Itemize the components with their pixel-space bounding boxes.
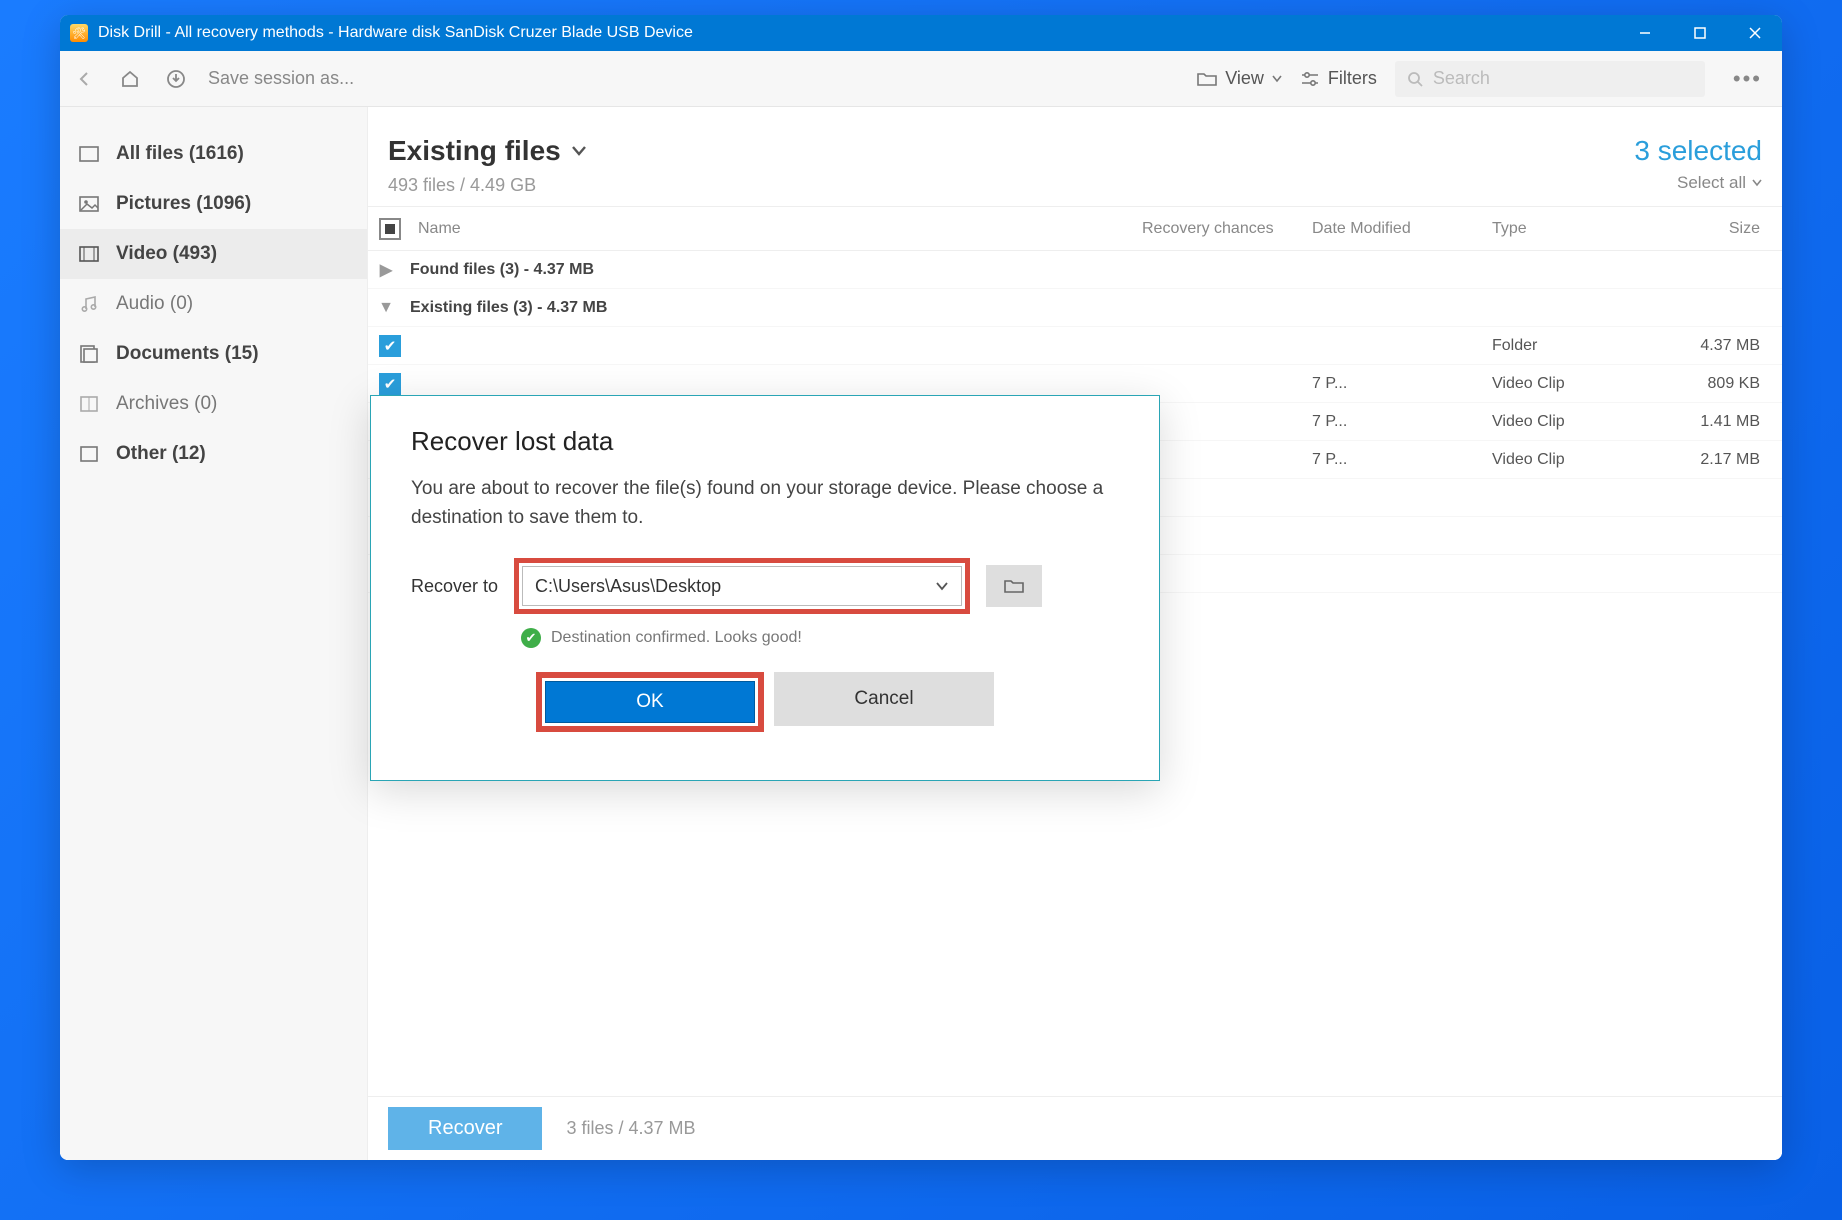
search-icon [1407, 71, 1423, 87]
view-dropdown[interactable]: View [1197, 68, 1282, 89]
column-type[interactable]: Type [1492, 220, 1642, 238]
sliders-icon [1300, 71, 1320, 87]
save-session-icon[interactable] [162, 65, 190, 93]
toolbar: Save session as... View Filters Search •… [60, 51, 1782, 107]
column-size[interactable]: Size [1642, 220, 1782, 238]
chevron-down-icon [571, 145, 587, 157]
table-header: Name Recovery chances Date Modified Type… [368, 207, 1782, 251]
select-all-button[interactable]: Select all [1634, 173, 1762, 193]
chevron-down-icon [1752, 179, 1762, 187]
sidebar-item-video[interactable]: Video (493) [60, 229, 367, 279]
save-session-label[interactable]: Save session as... [208, 68, 354, 89]
main-title-dropdown[interactable]: Existing files [388, 135, 587, 167]
more-button[interactable]: ••• [1723, 66, 1772, 92]
minimize-button[interactable] [1617, 15, 1672, 51]
archive-icon [78, 395, 100, 413]
recover-button[interactable]: Recover [388, 1107, 542, 1150]
folder-icon [1197, 71, 1217, 87]
ok-button[interactable]: OK [545, 681, 755, 723]
sidebar-item-audio[interactable]: Audio (0) [60, 279, 367, 329]
row-checkbox[interactable]: ✔ [379, 335, 401, 357]
footer-info: 3 files / 4.37 MB [566, 1118, 695, 1139]
cancel-button[interactable]: Cancel [774, 672, 994, 726]
destination-confirm: ✔ Destination confirmed. Looks good! [521, 628, 1119, 648]
sidebar-item-documents[interactable]: Documents (15) [60, 329, 367, 379]
dialog-title: Recover lost data [411, 426, 1119, 457]
sidebar: All files (1616) Pictures (1096) Video (… [60, 107, 368, 1160]
browse-button[interactable] [986, 565, 1042, 607]
chevron-down-icon [935, 581, 949, 591]
highlight-annotation: C:\Users\Asus\Desktop [514, 558, 970, 614]
selection-count: 3 selected [1634, 135, 1762, 167]
column-recovery[interactable]: Recovery chances [1142, 220, 1312, 238]
image-icon [78, 195, 100, 213]
sidebar-item-all-files[interactable]: All files (1616) [60, 129, 367, 179]
close-button[interactable] [1727, 15, 1782, 51]
sidebar-item-pictures[interactable]: Pictures (1096) [60, 179, 367, 229]
check-icon: ✔ [521, 628, 541, 648]
column-name[interactable]: Name [412, 220, 1142, 238]
other-icon [78, 445, 100, 463]
search-input[interactable]: Search [1395, 61, 1705, 97]
video-icon [78, 245, 100, 263]
sidebar-item-archives[interactable]: Archives (0) [60, 379, 367, 429]
titlebar: 🛠 Disk Drill - All recovery methods - Ha… [60, 15, 1782, 51]
music-icon [78, 295, 100, 313]
back-button[interactable] [70, 65, 98, 93]
footer: Recover 3 files / 4.37 MB [368, 1096, 1782, 1160]
recover-to-label: Recover to [411, 576, 498, 597]
chevron-down-icon [1272, 75, 1282, 83]
home-button[interactable] [116, 65, 144, 93]
recover-dialog: Recover lost data You are about to recov… [370, 395, 1160, 781]
highlight-annotation: OK [536, 672, 764, 732]
app-icon: 🛠 [70, 24, 88, 42]
sidebar-item-other[interactable]: Other (12) [60, 429, 367, 479]
select-all-checkbox[interactable] [368, 218, 412, 240]
dialog-body: You are about to recover the file(s) fou… [411, 475, 1119, 532]
table-row[interactable]: ✔ Folder 4.37 MB [368, 327, 1782, 365]
window-title: Disk Drill - All recovery methods - Hard… [98, 24, 693, 42]
files-icon [78, 145, 100, 163]
destination-dropdown[interactable]: C:\Users\Asus\Desktop [522, 566, 962, 606]
maximize-button[interactable] [1672, 15, 1727, 51]
folder-icon [1003, 577, 1025, 595]
column-date[interactable]: Date Modified [1312, 220, 1492, 238]
group-row-found[interactable]: ▶ Found files (3) - 4.37 MB [368, 251, 1782, 289]
main-subtitle: 493 files / 4.49 GB [388, 175, 587, 196]
row-checkbox[interactable]: ✔ [379, 373, 401, 395]
group-row-existing[interactable]: ▼ Existing files (3) - 4.37 MB [368, 289, 1782, 327]
document-icon [78, 345, 100, 363]
filters-button[interactable]: Filters [1300, 68, 1377, 89]
